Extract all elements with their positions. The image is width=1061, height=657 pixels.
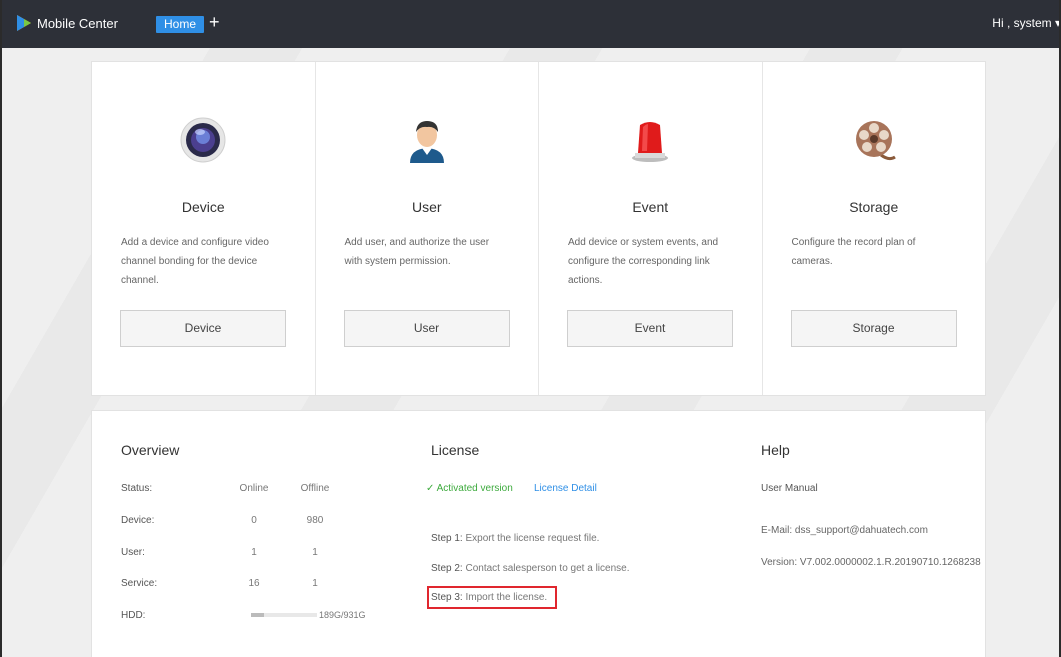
window-frame xyxy=(0,0,1061,657)
